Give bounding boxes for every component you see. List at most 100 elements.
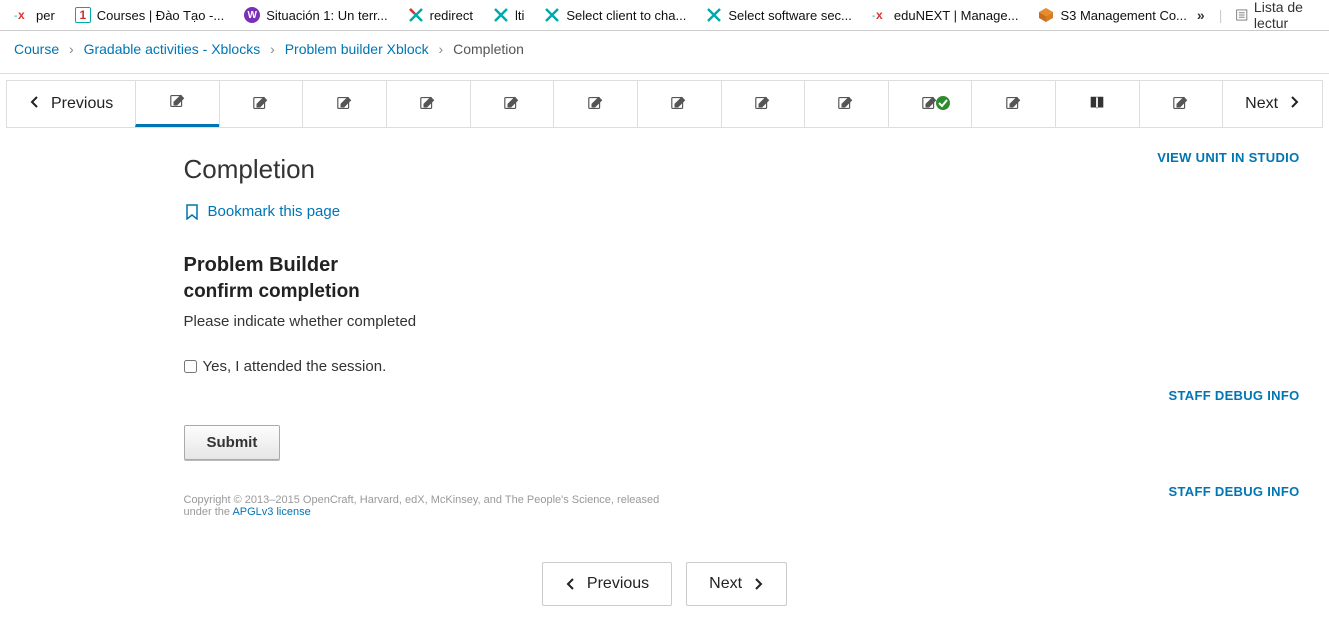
next-button[interactable]: Next [686, 562, 787, 606]
staff-debug-link[interactable]: STAFF DEBUG INFO [1169, 388, 1300, 403]
sequence-unit[interactable] [386, 81, 470, 127]
page-title: Completion [184, 154, 670, 185]
bookmark-label: Bookmark this page [208, 203, 341, 220]
sequence-unit[interactable] [470, 81, 554, 127]
view-in-studio-link[interactable]: VIEW UNIT IN STUDIO [1157, 150, 1299, 165]
edit-icon [1005, 94, 1023, 115]
submit-button[interactable]: Submit [184, 425, 281, 460]
chevron-right-icon: › [63, 41, 80, 57]
sequence-next-button[interactable]: Next [1222, 81, 1322, 127]
previous-button[interactable]: Previous [542, 562, 672, 606]
bookmark-button[interactable]: Bookmark this page [184, 203, 670, 220]
sequence-unit[interactable] [1139, 81, 1223, 127]
tab-label: Courses | Đào Tạo -... [97, 8, 224, 23]
tab-label: Select client to cha... [566, 8, 686, 23]
edit-icon [252, 94, 270, 115]
completion-checkbox-row[interactable]: Yes, I attended the session. [184, 358, 670, 375]
browser-tab[interactable]: W Situación 1: Un terr... [234, 0, 397, 31]
edit-icon [1172, 94, 1190, 115]
edunext-icon: -x [872, 7, 888, 23]
license-link[interactable]: APGLv3 license [232, 506, 310, 518]
x-icon [544, 7, 560, 23]
next-label: Next [709, 575, 742, 593]
bookmark-icon [184, 204, 200, 220]
browser-tab[interactable]: -x per [4, 0, 65, 31]
edit-icon [754, 94, 772, 115]
x-icon [706, 7, 722, 23]
list-icon [1236, 7, 1248, 23]
prompt-text: Please indicate whether completed [184, 313, 670, 330]
chevron-left-icon [29, 95, 41, 113]
edit-icon [670, 94, 688, 115]
browser-tab[interactable]: lti [483, 0, 534, 31]
problem-builder-subheading: confirm completion [184, 281, 670, 303]
reading-list-button[interactable]: Lista de lectur [1236, 0, 1317, 31]
chevron-right-icon [1288, 95, 1300, 113]
chevron-right-icon: › [433, 41, 450, 57]
edit-icon [336, 94, 354, 115]
cube-icon [1038, 7, 1054, 23]
sequence-unit[interactable] [302, 81, 386, 127]
chevron-right-icon: › [264, 41, 281, 57]
sequence-unit[interactable] [971, 81, 1055, 127]
tab-label: redirect [430, 8, 473, 23]
sequence-unit[interactable] [804, 81, 888, 127]
tab-label: per [36, 8, 55, 23]
sequence-nav: Previous Next [6, 80, 1323, 128]
browser-tab[interactable]: Select software sec... [696, 0, 862, 31]
svg-text:-: - [14, 11, 17, 22]
breadcrumb-link[interactable]: Course [14, 41, 59, 57]
svg-text:x: x [18, 8, 25, 22]
svg-text:x: x [876, 8, 883, 22]
main-content: Completion Bookmark this page Problem Bu… [10, 128, 670, 518]
chevron-left-icon [565, 578, 577, 590]
sequence-previous-button[interactable]: Previous [6, 81, 135, 127]
completion-checkbox[interactable] [184, 360, 197, 373]
chevron-right-icon [752, 578, 764, 590]
x-icon [493, 7, 509, 23]
sequence-unit[interactable] [721, 81, 805, 127]
sequence-unit[interactable] [553, 81, 637, 127]
browser-tab[interactable]: S3 Management Co... [1028, 0, 1196, 31]
sequence-unit[interactable] [888, 81, 972, 127]
sequence-unit[interactable] [219, 81, 303, 127]
edit-icon [587, 94, 605, 115]
x-icon [408, 7, 424, 23]
edit-icon [169, 92, 187, 113]
tab-label: S3 Management Co... [1060, 8, 1186, 23]
tab-label: Select software sec... [728, 8, 852, 23]
problem-builder-heading: Problem Builder [184, 254, 670, 277]
w-circle-icon: W [244, 7, 260, 23]
browser-tabs-bar: -x per 1 Courses | Đào Tạo -... W Situac… [0, 0, 1329, 31]
tab-label: Situación 1: Un terr... [266, 8, 387, 23]
browser-tab[interactable]: -x eduNEXT | Manage... [862, 0, 1029, 31]
breadcrumb: Course › Gradable activities - Xblocks ›… [0, 31, 1329, 67]
copyright-text: Copyright © 2013–2015 OpenCraft, Harvard… [184, 494, 670, 518]
previous-label: Previous [587, 575, 649, 593]
edunext-icon: -x [14, 7, 30, 23]
reading-list-label: Lista de lectur [1254, 0, 1317, 31]
edit-icon [503, 94, 521, 115]
bottom-nav: Previous Next [10, 562, 1320, 606]
tab-label: lti [515, 8, 524, 23]
tab-label: eduNEXT | Manage... [894, 8, 1019, 23]
number-one-icon: 1 [75, 7, 91, 23]
edit-icon [419, 94, 437, 115]
sequence-unit[interactable] [637, 81, 721, 127]
browser-tab[interactable]: Select client to cha... [534, 0, 696, 31]
browser-tab[interactable]: redirect [398, 0, 483, 31]
sequence-unit[interactable] [1055, 81, 1139, 127]
breadcrumb-link[interactable]: Problem builder Xblock [285, 41, 429, 57]
browser-tab[interactable]: 1 Courses | Đào Tạo -... [65, 0, 234, 31]
previous-label: Previous [51, 95, 113, 113]
next-label: Next [1245, 95, 1278, 113]
book-icon [1088, 94, 1106, 115]
svg-text:-: - [872, 11, 875, 22]
breadcrumb-link[interactable]: Gradable activities - Xblocks [84, 41, 261, 57]
checkbox-label: Yes, I attended the session. [203, 358, 387, 375]
staff-debug-link[interactable]: STAFF DEBUG INFO [1169, 484, 1300, 499]
sequence-unit[interactable] [135, 81, 219, 127]
breadcrumb-current: Completion [453, 41, 524, 57]
edit-icon [837, 94, 855, 115]
tabs-overflow-icon[interactable]: » [1197, 7, 1205, 23]
